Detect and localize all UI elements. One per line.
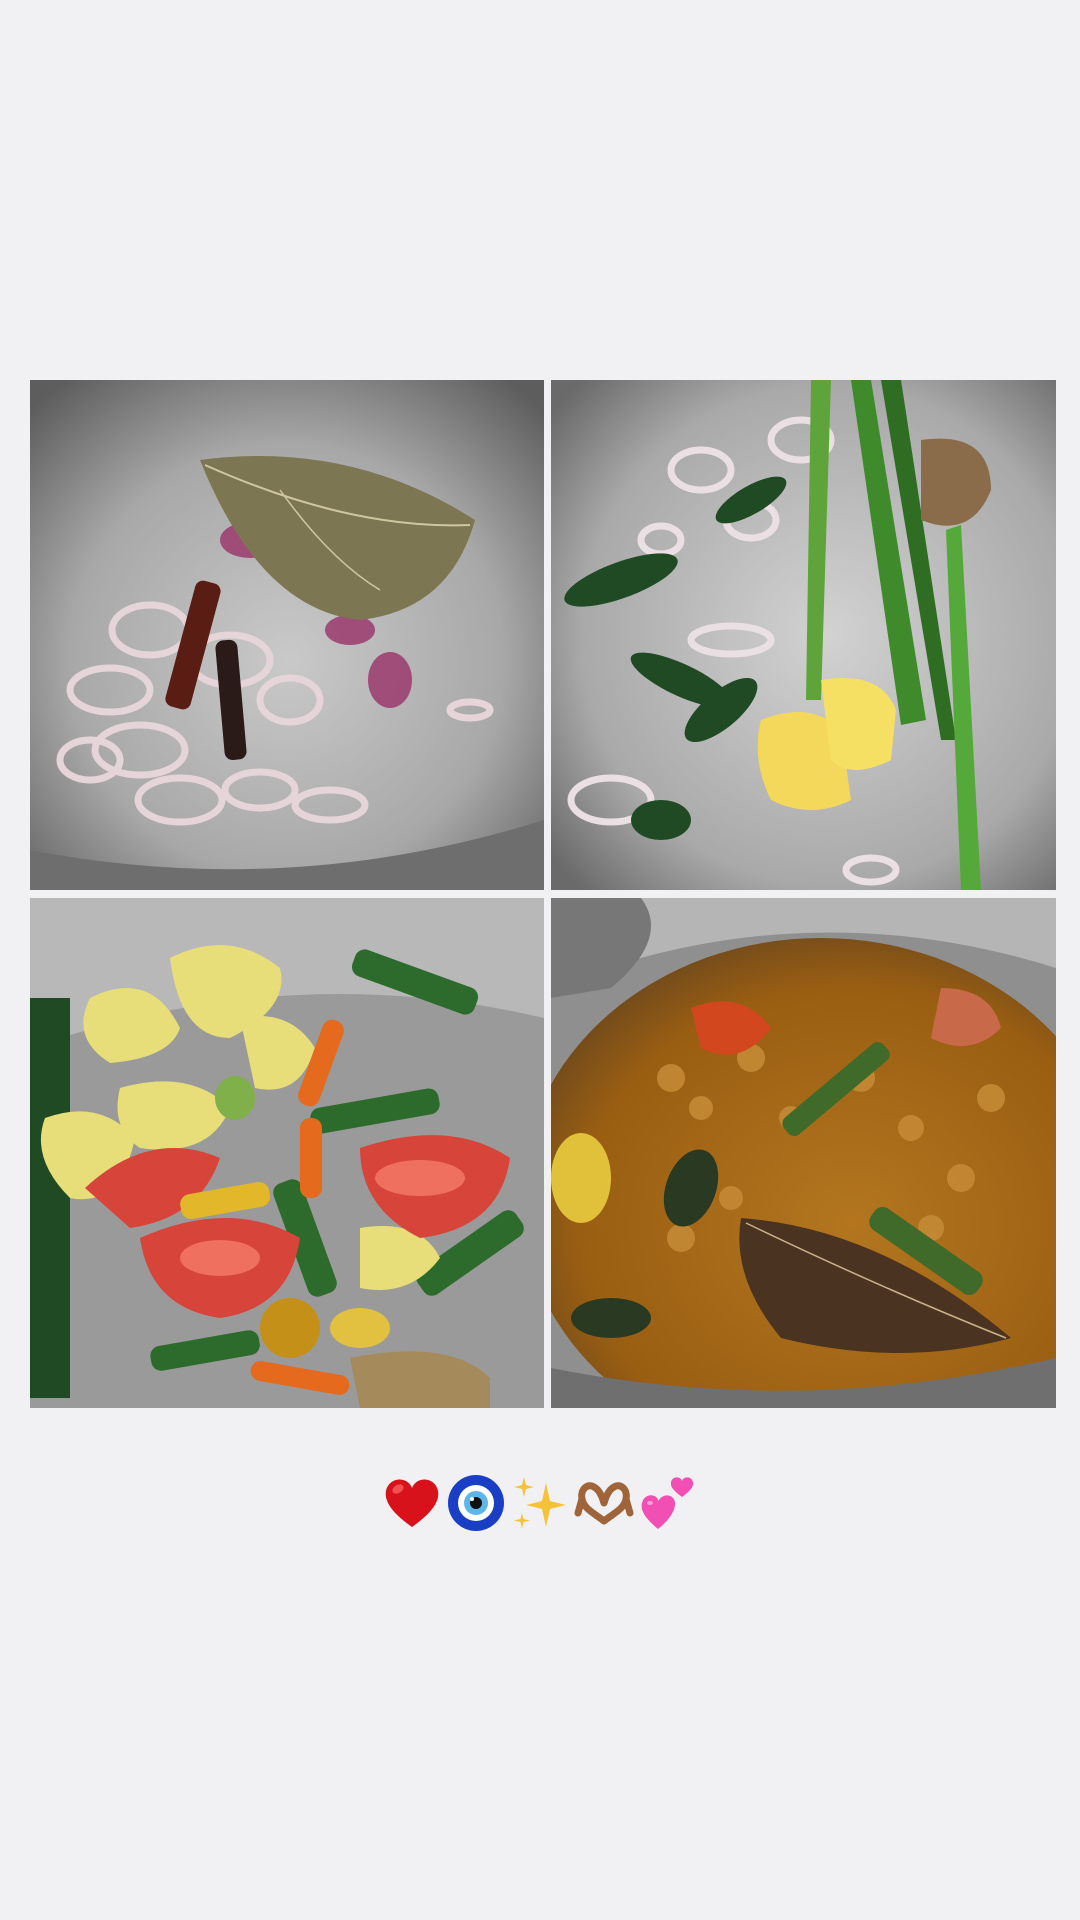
red-heart-icon xyxy=(382,1473,442,1533)
photo-finished-curry xyxy=(551,898,1056,1408)
heart-hands-icon xyxy=(574,1473,634,1533)
photo-pandan-curry-leaves-ginger xyxy=(551,380,1056,890)
story-page xyxy=(0,0,1080,1920)
sparkles-icon xyxy=(510,1473,570,1533)
photo-collage xyxy=(30,380,1056,1408)
photo-potatoes-tomatoes-chillies xyxy=(30,898,544,1408)
nazar-amulet-icon xyxy=(446,1473,506,1533)
photo-shallots-bay-leaf xyxy=(30,380,544,890)
emoji-caption xyxy=(0,1468,1080,1538)
two-hearts-icon xyxy=(638,1473,698,1533)
